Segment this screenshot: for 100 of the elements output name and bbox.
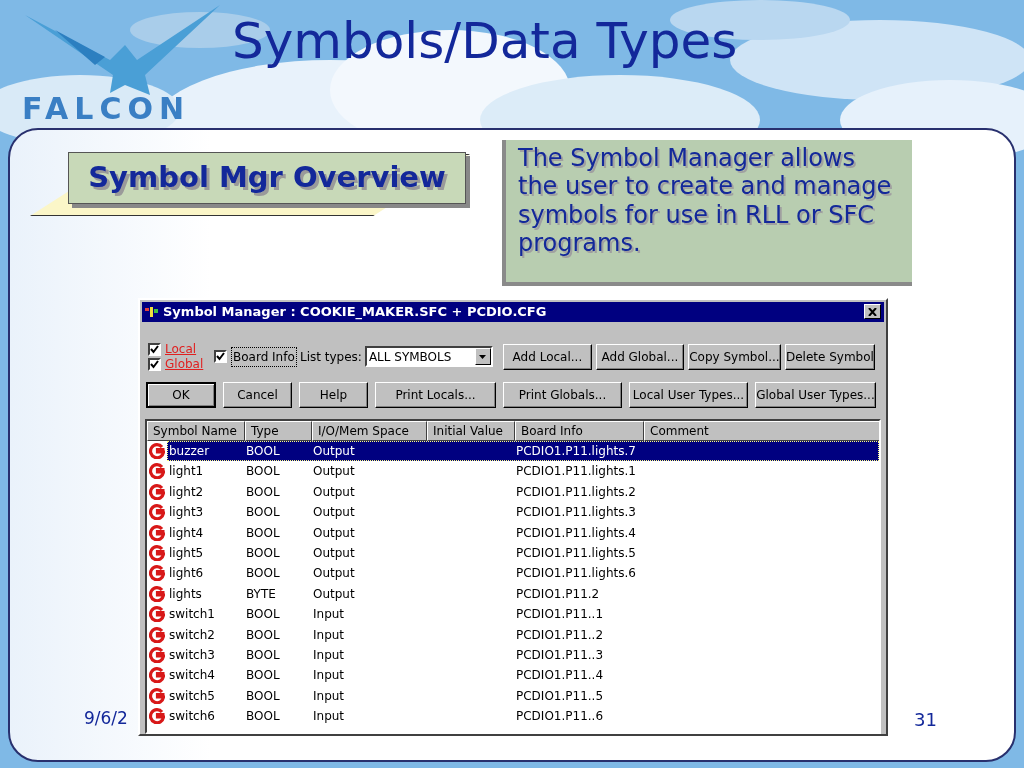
g-icon [149,443,165,460]
table-cell: BOOL [246,688,280,703]
list-types-dropdown[interactable]: ALL SYMBOLS [364,346,493,368]
table-cell: PCDIO1.P11..6 [516,709,604,724]
table-row[interactable]: switch3 BOOL Input PCDIO1.P11..3 [167,644,879,666]
checkbox-label[interactable]: Board Info [231,346,297,367]
table-cell: PCDIO1.P11.2 [516,586,600,601]
table-cell: BOOL [246,627,280,642]
g-icon [149,667,165,684]
table-cell: Input [313,627,345,642]
table-cell: Output [313,464,355,479]
dialog-button[interactable]: Cancel [223,381,292,408]
g-icon [149,504,165,521]
table-cell: Input [313,607,345,622]
checkbox[interactable] [148,342,161,356]
dialog-button[interactable]: Copy Symbol... [687,343,781,370]
table-cell: PCDIO1.P11.lights.1 [516,464,636,479]
table-cell: PCDIO1.P11.lights.4 [516,525,636,540]
column-header[interactable]: Initial Value [427,420,515,441]
table-cell: switch1 [169,607,215,622]
table-row[interactable]: light5 BOOL Output PCDIO1.P11.lights.5 [167,542,879,564]
table-cell: PCDIO1.P11..1 [516,607,604,622]
page-number: 31 [914,708,937,732]
table-row[interactable]: lights BYTE Output PCDIO1.P11.2 [167,583,879,604]
g-icon [149,565,165,582]
table-cell: switch5 [169,688,215,703]
table-cell: PCDIO1.P11..5 [516,688,604,703]
g-icon [149,606,165,623]
checkbox[interactable] [214,350,227,364]
dialog-button[interactable]: Add Local... [502,343,592,370]
table-cell: switch3 [169,647,215,662]
table-row[interactable]: light3 BOOL Output PCDIO1.P11.lights.3 [167,502,879,523]
g-icon [149,463,165,480]
dialog-button[interactable]: Help [299,381,368,408]
table-row[interactable]: light4 BOOL Output PCDIO1.P11.lights.4 [167,522,879,543]
table-cell: light3 [169,505,204,520]
table-cell: PCDIO1.P11..3 [516,647,604,662]
table-row[interactable]: switch5 BOOL Input PCDIO1.P11..5 [167,685,879,706]
table-cell: light4 [169,525,204,540]
column-header[interactable]: I/O/Mem Space [312,420,427,441]
caret-icon [479,354,487,359]
checkbox[interactable] [148,357,161,371]
table-row[interactable]: light1 BOOL Output PCDIO1.P11.lights.1 [167,461,879,482]
dialog-button[interactable]: Print Locals... [375,381,496,408]
table-cell: Input [313,688,345,703]
dialog-button[interactable]: OK [146,381,216,408]
table-cell: Input [313,668,345,683]
table-cell: BOOL [246,464,280,479]
table-row[interactable]: buzzer BOOL Output PCDIO1.P11.lights.7 [167,440,879,462]
table-cell: BOOL [246,668,280,683]
table-row[interactable]: switch1 BOOL Input PCDIO1.P11..1 [167,604,879,625]
close-icon [868,307,877,316]
column-header[interactable]: Type [245,420,312,441]
dialog-button[interactable]: Print Globals... [503,381,622,408]
table-cell: BOOL [246,444,280,459]
table-cell: switch4 [169,668,215,683]
dialog-button[interactable]: Add Global... [595,343,684,370]
dropdown-button[interactable] [474,348,491,366]
table-cell: BOOL [246,525,280,540]
column-header[interactable]: Symbol Name [147,420,245,441]
table-cell: PCDIO1.P11..2 [516,627,604,642]
list-types-label: List types: [300,348,362,366]
table-cell: BOOL [246,647,280,662]
window-title: Symbol Manager : COOKIE_MAKER.SFC + PCDIO.CFG [163,303,547,322]
table-cell: Output [313,546,355,560]
dialog-button[interactable]: Local User Types... [629,381,748,408]
table-cell: PCDIO1.P11.lights.2 [516,484,636,499]
table-cell: Output [313,505,355,520]
dropdown-value: ALL SYMBOLS [368,348,453,366]
table-cell: switch6 [169,709,215,724]
app-icon [145,305,159,318]
dialog-button[interactable]: Delete Symbol [784,343,875,370]
close-button[interactable] [864,304,881,320]
table-row[interactable]: light6 BOOL Output PCDIO1.P11.lights.6 [167,563,879,584]
date-text: 9/6/2 [84,707,128,730]
table-cell: PCDIO1.P11..4 [516,668,604,683]
table-cell: light2 [169,484,204,499]
table-cell: BYTE [246,586,276,601]
g-icon [149,524,165,541]
table-cell: light1 [169,464,204,479]
table-cell: PCDIO1.P11.lights.6 [516,566,636,581]
table-cell: Output [313,525,355,540]
table-cell: BOOL [246,607,280,622]
g-icon [149,545,165,561]
dialog-button[interactable]: Global User Types... [755,381,876,408]
table-row[interactable]: switch6 BOOL Input PCDIO1.P11..6 [167,705,879,727]
table-row[interactable]: light2 BOOL Output PCDIO1.P11.lights.2 [167,481,879,503]
g-icon [149,626,165,643]
column-header[interactable]: Comment [644,420,879,441]
table-cell: Input [313,709,345,724]
table-row[interactable]: switch4 BOOL Input PCDIO1.P11..4 [167,665,879,686]
table-cell: BOOL [246,566,280,581]
column-header[interactable]: Board Info [515,420,644,441]
table-cell: lights [169,586,202,601]
table-cell: Output [313,444,355,459]
table-row[interactable]: switch2 BOOL Input PCDIO1.P11..2 [167,624,879,645]
table-cell: buzzer [169,444,210,459]
g-icon [149,687,165,704]
table-cell: PCDIO1.P11.lights.3 [516,505,636,520]
table-cell: light6 [169,566,204,581]
